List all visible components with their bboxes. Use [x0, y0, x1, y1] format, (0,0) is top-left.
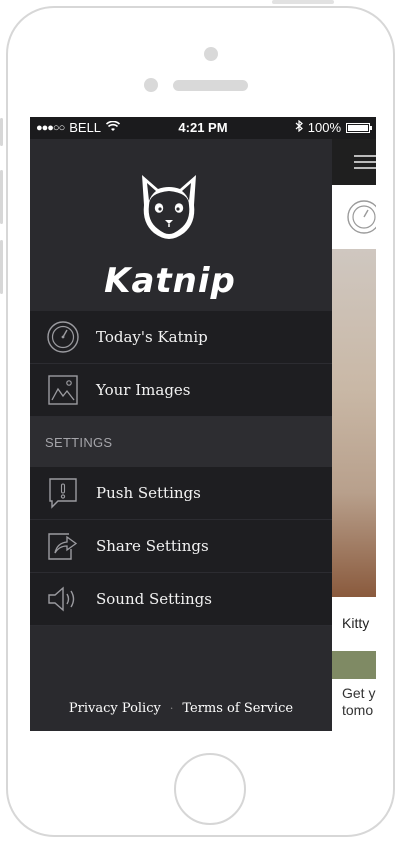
- share-icon: [46, 529, 80, 563]
- menu-item-label: Sound Settings: [96, 590, 212, 608]
- content-card-header: [332, 185, 376, 249]
- menu-item-share-settings[interactable]: Share Settings: [30, 520, 332, 573]
- battery-percent: 100%: [307, 120, 341, 135]
- second-photo[interactable]: [332, 651, 376, 679]
- drawer-menu: Today's Katnip Your Images SETTINGS Push…: [30, 311, 332, 626]
- cat-logo-icon: [142, 175, 196, 239]
- brand-name: Katnip: [104, 261, 236, 301]
- earpiece-speaker: [173, 80, 248, 91]
- home-button[interactable]: [174, 753, 246, 825]
- status-bar: ●●●○○ BELL 4:21 PM 100%: [30, 117, 376, 139]
- menu-item-your-images[interactable]: Your Images: [30, 364, 332, 417]
- logo-area: Katnip: [30, 139, 332, 309]
- photo-caption: Kitty: [342, 615, 370, 631]
- volume-down-button[interactable]: [0, 240, 3, 294]
- content-header: [332, 139, 376, 185]
- menu-item-sound-settings[interactable]: Sound Settings: [30, 573, 332, 626]
- settings-section-header: SETTINGS: [30, 417, 332, 467]
- main-content-panel[interactable]: Kitty Get y tomo: [332, 139, 376, 731]
- menu-item-todays-katnip[interactable]: Today's Katnip: [30, 311, 332, 364]
- navigation-drawer: Katnip Today's Katnip Your Images SETTIN…: [30, 139, 332, 731]
- menu-item-push-settings[interactable]: Push Settings: [30, 467, 332, 520]
- menu-icon[interactable]: [354, 155, 376, 173]
- battery-icon: [346, 122, 372, 133]
- menu-item-label: Share Settings: [96, 537, 209, 555]
- camera: [204, 47, 218, 61]
- notification-icon: [46, 476, 80, 510]
- gauge-icon: [46, 320, 80, 354]
- menu-item-label: Push Settings: [96, 484, 201, 502]
- volume-up-button[interactable]: [0, 170, 3, 224]
- image-icon: [46, 373, 80, 407]
- mute-switch[interactable]: [0, 118, 3, 146]
- menu-item-label: Your Images: [96, 381, 191, 399]
- proximity-sensor: [144, 78, 158, 92]
- drawer-footer: Privacy Policy · Terms of Service: [30, 701, 332, 716]
- privacy-policy-link[interactable]: Privacy Policy: [69, 701, 161, 716]
- power-button[interactable]: [272, 0, 334, 4]
- gauge-icon: [347, 200, 376, 234]
- teaser-line-1: Get y: [342, 685, 376, 701]
- footer-separator: ·: [169, 702, 174, 715]
- menu-item-label: Today's Katnip: [96, 328, 208, 346]
- cat-photo[interactable]: [332, 249, 376, 597]
- terms-of-service-link[interactable]: Terms of Service: [182, 701, 293, 716]
- bluetooth-icon: [295, 119, 303, 135]
- teaser-line-2: tomo: [342, 702, 374, 718]
- speaker-icon: [46, 582, 80, 616]
- teaser-text: Get y tomo: [342, 685, 375, 719]
- screen: ●●●○○ BELL 4:21 PM 100% Katnip Today's K…: [30, 117, 376, 731]
